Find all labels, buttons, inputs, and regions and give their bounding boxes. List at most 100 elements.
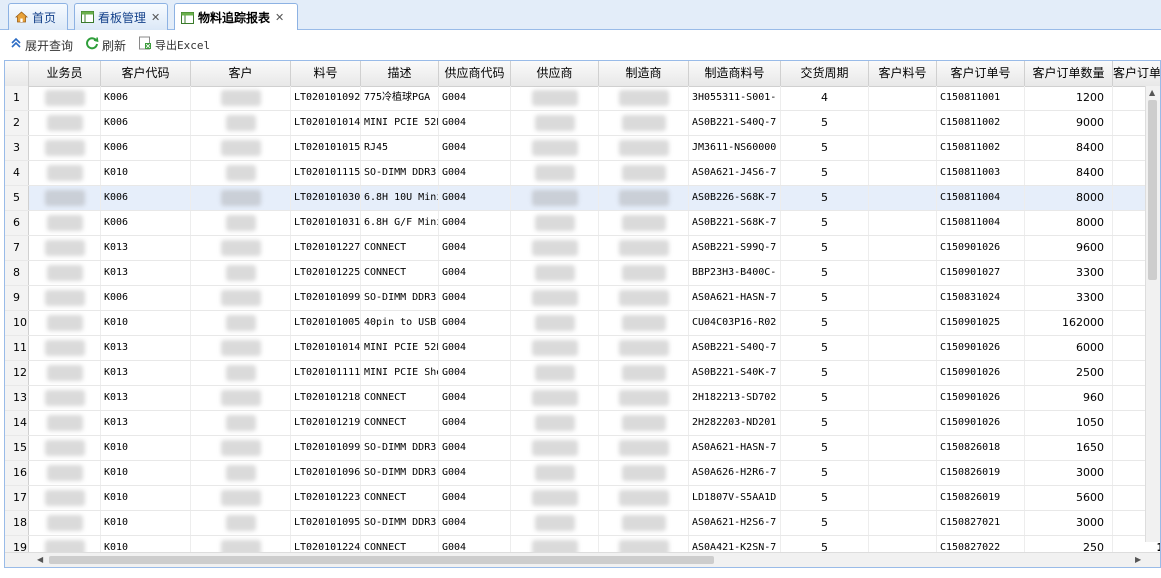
- cell-part-number: LT020101219: [291, 411, 361, 435]
- cell-order-quantity: 3300: [1025, 261, 1113, 285]
- table-row[interactable]: 7 K013 LT020101227 CONNECT G004 AS0B221-S99Q-…: [5, 236, 1160, 261]
- column-header[interactable]: 业务员: [29, 61, 101, 86]
- tab-material-tracking-report[interactable]: 物料追踪报表 ✕: [174, 3, 298, 31]
- cell-manufacturer: [599, 111, 689, 135]
- cell-manufacturer-part: CU04C03P16-R02: [689, 311, 781, 335]
- horizontal-scrollbar[interactable]: ◀ ▶: [5, 552, 1160, 567]
- column-header[interactable]: 制造商料号: [689, 61, 781, 86]
- column-header[interactable]: 客户料号: [869, 61, 937, 86]
- column-header[interactable]: 客户订单号: [937, 61, 1025, 86]
- cell-supplier: [511, 411, 599, 435]
- cell-description: CONNECT: [361, 486, 439, 510]
- table-row[interactable]: 1 K006 LT020101092 775冷植球PGA G004 3H055311-S0…: [5, 86, 1160, 111]
- table-row[interactable]: 18 K010 LT020101095 SO-DIMM DDR3 G004 AS0A621…: [5, 511, 1160, 536]
- table-row[interactable]: 5 K006 LT020101030 6.8H 10U Mini G004 AS0B226…: [5, 186, 1160, 211]
- cell-supplier: [511, 361, 599, 385]
- column-header[interactable]: 料号: [291, 61, 361, 86]
- redacted-value: [221, 440, 261, 456]
- row-number: 14: [5, 411, 29, 435]
- cell-supplier-code: G004: [439, 236, 511, 260]
- column-header[interactable]: 交货周期: [781, 61, 869, 86]
- cell-part-number: LT020101015: [291, 136, 361, 160]
- table-row[interactable]: 13 K013 LT020101218 CONNECT G004 2H182213-SD7…: [5, 386, 1160, 411]
- close-icon[interactable]: ✕: [275, 11, 284, 24]
- column-header[interactable]: 客户订单序: [1113, 61, 1160, 86]
- cell-customer-order-no: C150826018: [937, 436, 1025, 460]
- redacted-value: [45, 140, 85, 156]
- column-header[interactable]: 客户代码: [101, 61, 191, 86]
- table-row[interactable]: 4 K010 LT020101115 SO-DIMM DDR3 G004 AS0A621-…: [5, 161, 1160, 186]
- redacted-value: [535, 465, 575, 481]
- table-row[interactable]: 9 K006 LT020101099 SO-DIMM DDR3 G004 AS0A621-…: [5, 286, 1160, 311]
- cell-customer-code: K010: [101, 511, 191, 535]
- cell-customer-part: [869, 86, 937, 110]
- table-row[interactable]: 3 K006 LT020101015 RJ45 G004 JM3611-NS60000 5 C…: [5, 136, 1160, 161]
- cell-manufacturer: [599, 186, 689, 210]
- export-excel-button[interactable]: 导出Excel: [138, 36, 210, 54]
- table-row[interactable]: 17 K010 LT020101223 CONNECT G004 LD1807V-S5AA…: [5, 486, 1160, 511]
- redacted-value: [535, 165, 575, 181]
- close-icon[interactable]: ✕: [151, 11, 160, 24]
- redacted-value: [45, 190, 85, 206]
- expand-query-button[interactable]: 展开查询: [10, 37, 73, 54]
- cell-description: SO-DIMM DDR3: [361, 161, 439, 185]
- table-row[interactable]: 11 K013 LT020101014 MINI PCIE 52P G004 AS0B22…: [5, 336, 1160, 361]
- redacted-value: [47, 465, 83, 481]
- chevron-up-double-icon: [10, 37, 22, 53]
- cell-description: MINI PCIE 52P: [361, 336, 439, 360]
- table-row[interactable]: 2 K006 LT020101014 MINI PCIE 52P G004 AS0B221…: [5, 111, 1160, 136]
- redacted-value: [532, 340, 578, 356]
- scroll-up-icon[interactable]: ▲: [1149, 88, 1155, 97]
- redacted-value: [532, 440, 578, 456]
- tab-home[interactable]: 首页: [8, 3, 68, 30]
- redacted-value: [532, 290, 578, 306]
- cell-manufacturer: [599, 161, 689, 185]
- scroll-left-icon[interactable]: ◀: [37, 555, 43, 564]
- vertical-scroll-thumb[interactable]: [1148, 100, 1157, 280]
- column-header[interactable]: 制造商: [599, 61, 689, 86]
- horizontal-scroll-thumb[interactable]: [49, 556, 714, 564]
- cell-order-quantity: 8400: [1025, 136, 1113, 160]
- table-row[interactable]: 10 K010 LT020101005 40pin to USB G004 CU04C03…: [5, 311, 1160, 336]
- cell-salesperson: [29, 236, 101, 260]
- refresh-button[interactable]: 刷新: [85, 36, 126, 54]
- column-header[interactable]: 客户订单数量: [1025, 61, 1113, 86]
- cell-order-quantity: 1050: [1025, 411, 1113, 435]
- cell-manufacturer-part: AS0B226-S68K-7: [689, 186, 781, 210]
- cell-customer-part: [869, 511, 937, 535]
- redacted-value: [535, 365, 575, 381]
- redacted-value: [532, 390, 578, 406]
- cell-salesperson: [29, 436, 101, 460]
- cell-customer: [191, 211, 291, 235]
- column-header[interactable]: 客户: [191, 61, 291, 86]
- table-row[interactable]: 8 K013 LT020101225 CONNECT G004 BBP23H3-B400C…: [5, 261, 1160, 286]
- cell-customer-order-no: C150901026: [937, 361, 1025, 385]
- cell-manufacturer-part: AS0B221-S40Q-7: [689, 111, 781, 135]
- cell-supplier-code: G004: [439, 286, 511, 310]
- tab-label: 看板管理: [98, 10, 147, 25]
- redacted-value: [619, 390, 669, 406]
- table-row[interactable]: 15 K010 LT020101099 SO-DIMM DDR3 G004 AS0A621…: [5, 436, 1160, 461]
- table-row[interactable]: 16 K010 LT020101096 SO-DIMM DDR3 G004 AS0A626…: [5, 461, 1160, 486]
- cell-manufacturer-part: AS0A626-H2R6-7: [689, 461, 781, 485]
- scroll-right-icon[interactable]: ▶: [1135, 555, 1141, 564]
- vertical-scrollbar[interactable]: ▲: [1145, 86, 1160, 542]
- cell-lead-time: 5: [781, 336, 869, 360]
- table-row[interactable]: 14 K013 LT020101219 CONNECT G004 2H282203-ND2…: [5, 411, 1160, 436]
- cell-customer: [191, 336, 291, 360]
- cell-order-quantity: 162000: [1025, 311, 1113, 335]
- cell-order-quantity: 9000: [1025, 111, 1113, 135]
- cell-manufacturer-part: 2H282203-ND201: [689, 411, 781, 435]
- column-header[interactable]: 供应商代码: [439, 61, 511, 86]
- table-row[interactable]: 6 K006 LT020101031 6.8H G/F Mini G004 AS0B221…: [5, 211, 1160, 236]
- cell-supplier-code: G004: [439, 111, 511, 135]
- tab-board-management[interactable]: 看板管理 ✕: [74, 3, 168, 30]
- cell-lead-time: 5: [781, 511, 869, 535]
- table-row[interactable]: 12 K013 LT020101111 MINI PCIE She G004 AS0B22…: [5, 361, 1160, 386]
- cell-salesperson: [29, 111, 101, 135]
- cell-supplier: [511, 511, 599, 535]
- column-header[interactable]: 供应商: [511, 61, 599, 86]
- column-header[interactable]: 描述: [361, 61, 439, 86]
- cell-supplier-code: G004: [439, 311, 511, 335]
- cell-customer-part: [869, 111, 937, 135]
